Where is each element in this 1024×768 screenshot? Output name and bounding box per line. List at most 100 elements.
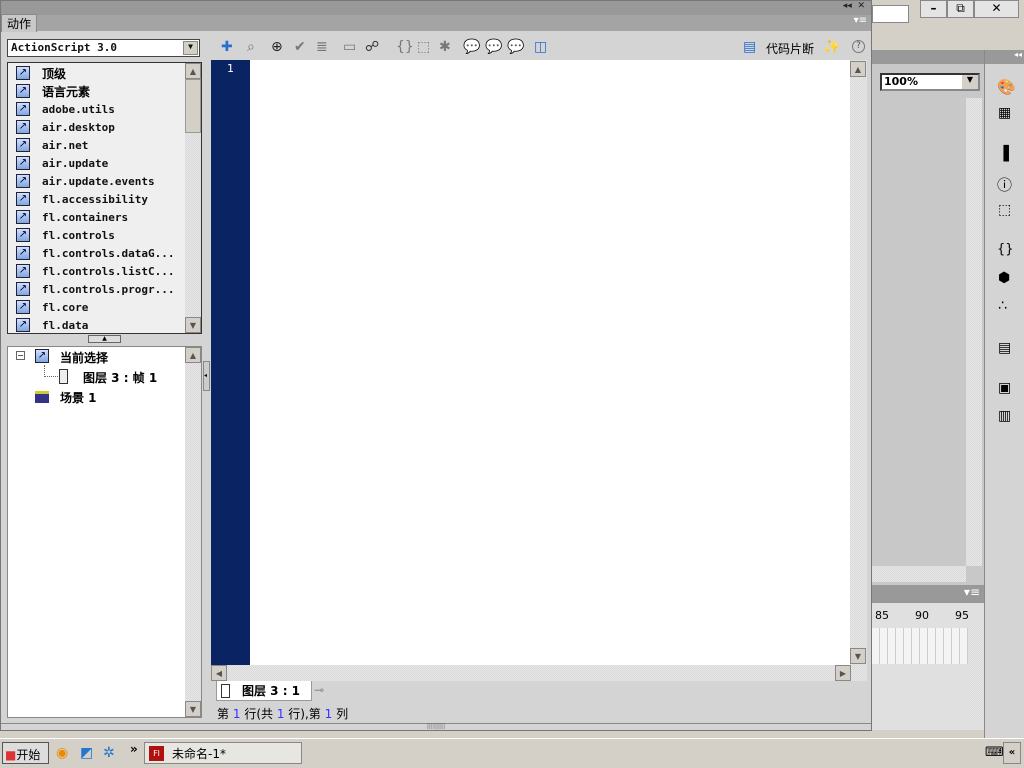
debug-options-icon[interactable]: ☍ (365, 39, 379, 55)
remove-comment-icon[interactable]: 💬 (507, 39, 524, 55)
toolbox-item[interactable]: ↗ air.desktop (16, 118, 115, 136)
collapse-icon[interactable]: − (16, 351, 25, 360)
language-select[interactable]: ActionScript 3.0 ▼ (7, 39, 200, 57)
toolbox-item[interactable]: ↗ fl.controls.progr... (16, 280, 174, 298)
color-palette-icon[interactable]: 🎨 (997, 78, 1016, 96)
collapse-selection-icon[interactable]: ⬚ (417, 39, 430, 55)
splitter-handle[interactable]: ▲ (88, 335, 121, 343)
navigator-scrollbar[interactable]: ▲ ▼ (185, 347, 201, 717)
settings-icon[interactable]: ✲ (103, 745, 115, 761)
frame-85: 85 (875, 609, 889, 622)
tab-actions[interactable]: 动作 (1, 14, 37, 32)
toolbox-list: ↗ 顶级 ↗ 语言元素 ↗ adobe.utils ↗ air.desktop ↗ air.net… (7, 62, 202, 334)
panel-titlebar[interactable]: ◂◂ ✕ (1, 1, 871, 15)
books-icon[interactable]: ▥ (998, 408, 1011, 424)
timeline-panel: ▾≡ 85 90 95 (872, 585, 984, 730)
toolbox-item-label: air.net (42, 138, 89, 152)
panel-tabbar: ▾≡ (1, 15, 871, 31)
info-icon[interactable]: ⓘ (997, 174, 1012, 195)
components-icon[interactable]: ⬢ (998, 270, 1010, 286)
collapse-left-button[interactable]: ◂ (203, 361, 210, 391)
frame-grid[interactable] (872, 628, 968, 664)
toolbox-item-label: fl.data (42, 318, 89, 332)
expand-tray-button[interactable]: « (1003, 742, 1021, 764)
toolbox-item[interactable]: ↗ fl.controls (16, 226, 115, 244)
windows-logo-icon: ■ (5, 748, 17, 762)
add-item-icon[interactable]: ✚ (221, 39, 233, 55)
start-button[interactable]: ■开始 (2, 742, 49, 764)
close-window-button[interactable]: ✕ (974, 0, 1019, 18)
script-tab-label: 图层 3 : 1 (242, 684, 301, 698)
frame-95: 95 (955, 609, 969, 622)
tree-scene[interactable]: 场景 1 (60, 389, 97, 406)
help-icon[interactable]: ? (852, 40, 865, 53)
search-input[interactable] (872, 5, 909, 23)
check-syntax-icon[interactable]: ✔ (294, 39, 306, 55)
toolbox-item[interactable]: ↗ fl.containers (16, 208, 128, 226)
block-comment-icon[interactable]: 💬 (463, 39, 480, 55)
show-hide-toolbox-icon[interactable]: ◫ (534, 39, 547, 55)
toolbox-item[interactable]: ↗ fl.data (16, 316, 88, 334)
code-snippets-icon[interactable]: ▤ (743, 39, 756, 55)
find-icon[interactable]: ⌕ (247, 39, 255, 55)
swatches-icon[interactable]: ▦ (998, 105, 1011, 121)
quicklaunch-chevron[interactable]: » (130, 742, 138, 756)
stage-hscroll[interactable] (872, 566, 966, 582)
toolbox-item-label: air.desktop (42, 120, 115, 134)
collapse-braces-icon[interactable]: {} (396, 39, 414, 55)
tree-frame[interactable]: 图层 3 : 帧 1 (83, 369, 157, 386)
package-icon: ↗ (16, 174, 30, 188)
toolbox-scrollbar[interactable]: ▲ ▼ (185, 63, 201, 333)
stage-panel: 100% ▼ (872, 50, 984, 585)
toolbox-item[interactable]: ↗ air.net (16, 136, 88, 154)
language-value: ActionScript 3.0 (11, 41, 117, 54)
tree-current-selection[interactable]: 当前选择 (60, 349, 108, 366)
toolbox-item[interactable]: ↗ fl.controls.dataG... (16, 244, 174, 262)
line-comment-icon[interactable]: 💬 (485, 39, 502, 55)
library-icon[interactable]: ▤ (998, 340, 1011, 356)
expand-all-icon[interactable]: ✱ (439, 39, 451, 55)
zoom-value: 100% (884, 75, 918, 88)
code-icon[interactable]: {} (997, 242, 1014, 257)
zoom-select[interactable]: 100% ▼ (880, 73, 980, 91)
toolbox-item[interactable]: ↗ air.update (16, 154, 108, 172)
toolbox-item[interactable]: ↗ adobe.utils (16, 100, 115, 118)
toolbox-item-label: fl.controls.listC... (42, 264, 175, 278)
pin-icon[interactable]: ⊸ (314, 683, 324, 697)
toolbox-item[interactable]: ↗ 顶级 (16, 64, 66, 82)
ie-icon[interactable]: ◩ (80, 745, 93, 761)
align-icon[interactable]: ▐ (998, 146, 1009, 162)
code-hint-icon[interactable]: ▭ (343, 39, 356, 55)
toolbox-item-label: adobe.utils (42, 102, 115, 116)
resize-grip[interactable]: ||||||||| (1, 723, 871, 730)
toolbox-item[interactable]: ↗ 语言元素 (16, 82, 90, 100)
code-snippets-label[interactable]: 代码片断 (766, 40, 814, 57)
minimize-button[interactable]: – (920, 0, 947, 18)
editor-hscroll[interactable]: ◀ ▶ (211, 665, 867, 681)
motion-icon[interactable]: ∴ (998, 298, 1007, 314)
target-icon[interactable]: ⊕ (271, 39, 283, 55)
timeline-vscroll[interactable] (968, 625, 982, 720)
toolbox-item[interactable]: ↗ fl.core (16, 298, 88, 316)
toolbox-item[interactable]: ↗ fl.controls.listC... (16, 262, 174, 280)
package-icon: ↗ (16, 120, 30, 134)
script-assist-wand-icon[interactable]: ✨ (823, 39, 840, 55)
stage-vscroll[interactable] (966, 98, 982, 566)
taskbar-item-flash[interactable]: Fl 未命名-1* (144, 742, 302, 764)
package-icon: ↗ (16, 192, 30, 206)
project-icon[interactable]: ▣ (998, 380, 1011, 396)
toolbox-item-label: fl.accessibility (42, 192, 148, 206)
toolbox-item[interactable]: ↗ air.update.events (16, 172, 155, 190)
package-icon: ↗ (16, 282, 30, 296)
frame-90: 90 (915, 609, 929, 622)
toolbox-item[interactable]: ↗ fl.accessibility (16, 190, 148, 208)
transform-icon[interactable]: ⬚ (998, 202, 1011, 218)
auto-format-icon[interactable]: ≣ (316, 39, 328, 55)
script-editor[interactable] (250, 60, 850, 665)
restore-button[interactable]: ⧉ (947, 0, 974, 18)
media-player-icon[interactable]: ◉ (56, 745, 68, 761)
editor-vscroll[interactable]: ▲ ▼ (850, 60, 867, 665)
toolbox-item-label: air.update.events (42, 174, 155, 188)
script-tab[interactable]: 图层 3 : 1 (216, 681, 312, 701)
keyboard-icon[interactable]: ⌨ (985, 745, 1004, 760)
